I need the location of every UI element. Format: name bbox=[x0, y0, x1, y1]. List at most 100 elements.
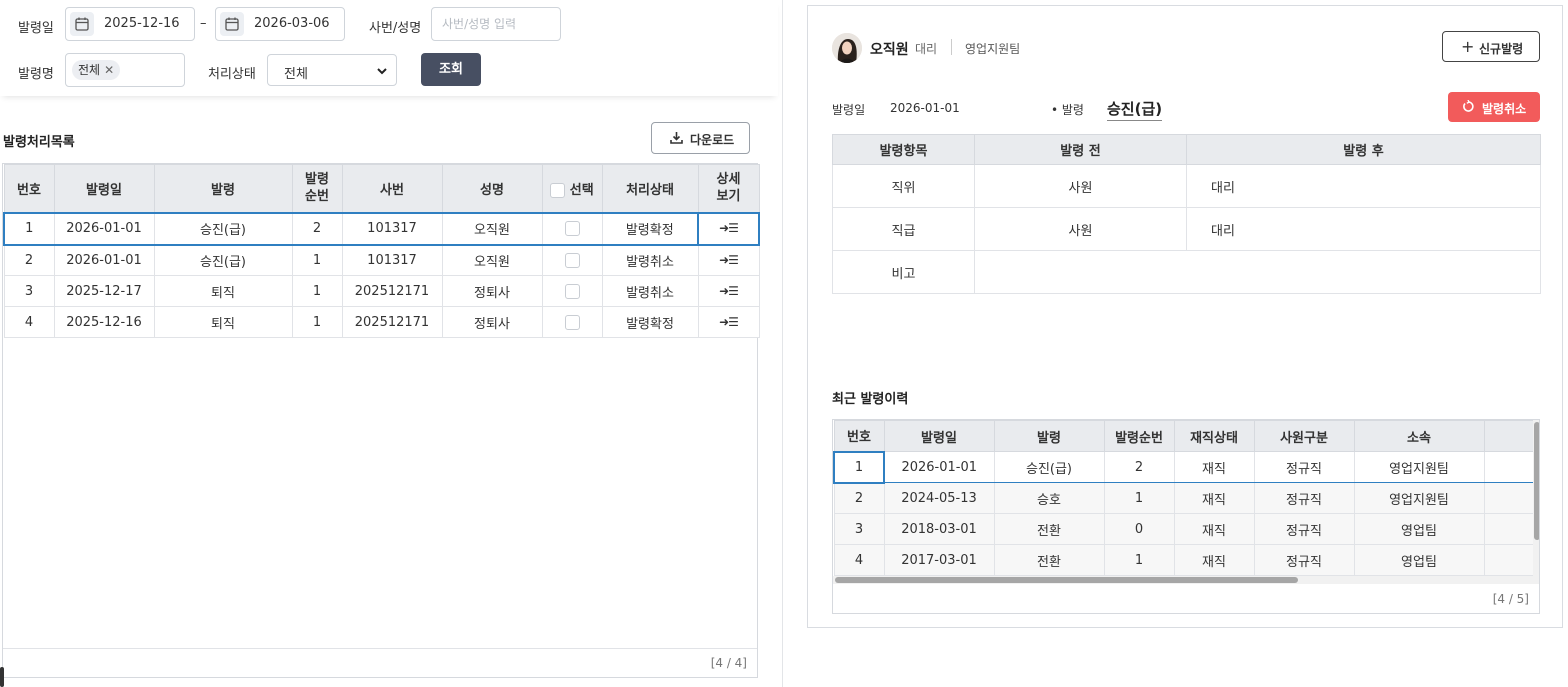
row-checkbox[interactable] bbox=[564, 252, 580, 268]
new-appointment-button[interactable]: + 신규발령 bbox=[1442, 31, 1540, 62]
col-header-name[interactable]: 성명 bbox=[441, 164, 543, 213]
history-cell: 2 bbox=[1103, 451, 1175, 483]
detail-arrow-icon[interactable]: ➜☰ bbox=[719, 284, 739, 298]
history-pager: [4 / 5] bbox=[1492, 592, 1529, 606]
compare-row: 직위 사원 대리 bbox=[832, 164, 1541, 208]
cell-emp-no: 202512171 bbox=[341, 306, 443, 338]
cell-select[interactable] bbox=[541, 306, 603, 338]
cell-emp-no: 101317 bbox=[341, 244, 443, 276]
col-header-emp-no[interactable]: 사번 bbox=[341, 164, 443, 213]
history-row[interactable]: 22024-05-13승호1재직정규직영업지원팀사 bbox=[833, 482, 1539, 514]
list-title: 발령처리목록 bbox=[3, 135, 75, 150]
history-row[interactable]: 32018-03-01전환0재직정규직영업팀사 bbox=[833, 513, 1539, 545]
select-all-checkbox[interactable] bbox=[550, 182, 566, 198]
calendar-icon[interactable] bbox=[70, 12, 94, 36]
cell-select[interactable] bbox=[541, 211, 603, 246]
cell-emp-no: 101317 bbox=[341, 211, 443, 246]
search-button[interactable]: 조회 bbox=[421, 53, 481, 86]
history-col-header[interactable]: 발령순번 bbox=[1103, 420, 1175, 452]
col-header-detail[interactable]: 상세 보기 bbox=[697, 164, 760, 213]
history-col-header[interactable]: 발령 bbox=[993, 420, 1105, 452]
scroll-handle[interactable] bbox=[0, 667, 4, 687]
history-cell: 영업지원팀 bbox=[1353, 482, 1485, 514]
appoint-multiselect[interactable]: 전체 ✕ bbox=[65, 53, 185, 87]
table-row[interactable]: 3 2025-12-17 퇴직 1 202512171 정퇴사 발령취소 ➜☰ bbox=[3, 275, 760, 307]
plus-icon: + bbox=[1461, 37, 1475, 56]
compare-row: 직급 사원 대리 bbox=[832, 207, 1541, 251]
col-header-no[interactable]: 번호 bbox=[3, 164, 55, 213]
compare-item: 직위 bbox=[832, 164, 975, 208]
cell-detail[interactable]: ➜☰ bbox=[697, 306, 760, 338]
compare-before: 사원 bbox=[974, 164, 1187, 208]
detail-arrow-icon[interactable]: ➜☰ bbox=[719, 253, 739, 267]
row-checkbox[interactable] bbox=[564, 314, 580, 330]
history-col-header[interactable]: 사원구분 bbox=[1253, 420, 1355, 452]
cell-select[interactable] bbox=[541, 275, 603, 307]
cell-name: 정퇴사 bbox=[441, 306, 543, 338]
emp-search-field[interactable] bbox=[431, 7, 561, 41]
history-col-header[interactable]: 재직상태 bbox=[1173, 420, 1255, 452]
row-checkbox[interactable] bbox=[564, 221, 580, 236]
table-row[interactable]: 4 2025-12-16 퇴직 1 202512171 정퇴사 발령확정 ➜☰ bbox=[3, 306, 760, 338]
table-row[interactable]: 1 2026-01-01 승진(급) 2 101317 오직원 발령확정 ➜☰ bbox=[3, 211, 760, 246]
cancel-appointment-button[interactable]: 발령취소 bbox=[1448, 92, 1540, 122]
col-header-status[interactable]: 처리상태 bbox=[601, 164, 699, 213]
cell-detail[interactable]: ➜☰ bbox=[697, 244, 760, 276]
col-header-seq[interactable]: 발령 순번 bbox=[291, 164, 343, 213]
status-select[interactable]: 전체 bbox=[267, 54, 397, 86]
history-col-header[interactable]: 발령일 bbox=[883, 420, 995, 452]
detail-type-label: • 발령 bbox=[1051, 103, 1084, 117]
history-hscrollbar[interactable] bbox=[833, 576, 1533, 584]
compare-item: 직급 bbox=[832, 207, 975, 251]
avatar bbox=[832, 33, 862, 63]
history-cell: 2018-03-01 bbox=[883, 513, 995, 545]
history-cell: 0 bbox=[1103, 513, 1175, 545]
calendar-icon[interactable] bbox=[220, 12, 244, 36]
select-header-label: 선택 bbox=[569, 182, 594, 198]
compare-row: 비고 bbox=[832, 250, 1541, 294]
history-table: 번호발령일발령발령순번재직상태사원구분소속직 12026-01-01승진(급)2… bbox=[833, 420, 1539, 576]
row-checkbox[interactable] bbox=[564, 283, 580, 299]
emp-search-input[interactable] bbox=[432, 8, 560, 40]
detail-arrow-icon[interactable]: ➜☰ bbox=[719, 221, 739, 235]
date-from-field[interactable]: 2025-12-16 bbox=[65, 7, 195, 41]
cell-no: 2 bbox=[3, 244, 55, 276]
cell-date: 2025-12-16 bbox=[53, 306, 155, 338]
cell-select[interactable] bbox=[541, 244, 603, 276]
history-cell: 사 bbox=[1483, 544, 1539, 576]
employee-name: 오직원 bbox=[870, 42, 909, 58]
history-hscroll-thumb[interactable] bbox=[835, 577, 1298, 583]
col-header-select[interactable]: 선택 bbox=[541, 164, 603, 213]
cell-detail[interactable]: ➜☰ bbox=[697, 275, 760, 307]
date-separator: – bbox=[200, 16, 207, 31]
download-button[interactable]: 다운로드 bbox=[651, 122, 750, 154]
cell-type: 퇴직 bbox=[153, 306, 293, 338]
detail-arrow-icon[interactable]: ➜☰ bbox=[719, 315, 739, 329]
history-cell: 2024-05-13 bbox=[883, 482, 995, 514]
cell-no: 4 bbox=[3, 306, 55, 338]
history-cell: 사 bbox=[1483, 482, 1539, 514]
history-cell: 2017-03-01 bbox=[883, 544, 995, 576]
history-row[interactable]: 12026-01-01승진(급)2재직정규직영업지원팀대 bbox=[833, 450, 1539, 484]
close-icon[interactable]: ✕ bbox=[104, 63, 114, 77]
cell-detail[interactable]: ➜☰ bbox=[697, 211, 760, 246]
emp-label: 사번/성명 bbox=[369, 21, 422, 36]
detail-date-value: 2026-01-01 bbox=[890, 101, 960, 115]
appoint-chip[interactable]: 전체 ✕ bbox=[72, 60, 121, 80]
appoint-label: 발령명 bbox=[18, 67, 54, 82]
col-header-date[interactable]: 발령일 bbox=[53, 164, 155, 213]
compare-after: 대리 bbox=[1186, 164, 1541, 208]
history-col-header[interactable]: 번호 bbox=[833, 420, 885, 452]
name-divider bbox=[951, 39, 952, 55]
history-col-header[interactable]: 직 bbox=[1483, 420, 1539, 452]
history-row[interactable]: 42017-03-01전환1재직정규직영업팀사 bbox=[833, 544, 1539, 576]
cell-status: 발령취소 bbox=[601, 275, 699, 307]
history-vscrollbar[interactable] bbox=[1533, 420, 1539, 584]
history-cell: 재직 bbox=[1173, 451, 1255, 483]
col-header-type[interactable]: 발령 bbox=[153, 164, 293, 213]
history-cell: 승호 bbox=[993, 482, 1105, 514]
cell-status: 발령확정 bbox=[601, 211, 699, 246]
history-col-header[interactable]: 소속 bbox=[1353, 420, 1485, 452]
table-row[interactable]: 2 2026-01-01 승진(급) 1 101317 오직원 발령취소 ➜☰ bbox=[3, 244, 760, 276]
date-to-field[interactable]: 2026-03-06 bbox=[215, 7, 345, 41]
